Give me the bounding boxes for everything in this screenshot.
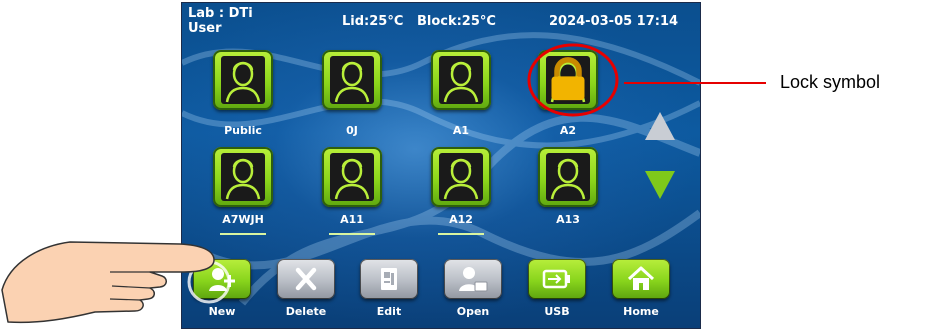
user-avatar-icon: [546, 153, 590, 201]
temperature-readout: Lid:25°C Block:25°C: [342, 14, 496, 29]
edit-document-icon: [381, 268, 397, 290]
open-button[interactable]: [444, 259, 502, 299]
user-label-a13: A13: [556, 213, 580, 226]
usb-button[interactable]: [528, 259, 586, 299]
user-label-a11: A11: [340, 213, 364, 226]
user-label-public: Public: [224, 124, 262, 137]
edit-label: Edit: [376, 305, 402, 318]
edit-button[interactable]: [360, 259, 418, 299]
tile-underline: [438, 233, 484, 235]
user-tile-a11[interactable]: [322, 147, 382, 207]
user-avatar-icon: [439, 56, 483, 104]
callout-label: Lock symbol: [780, 72, 881, 92]
user-avatar-icon: [439, 153, 483, 201]
user-tile-a13[interactable]: [538, 147, 598, 207]
pointing-hand-icon: [1, 241, 231, 324]
home-label: Home: [623, 305, 659, 318]
delete-button[interactable]: [277, 259, 335, 299]
open-label: Open: [456, 305, 490, 318]
user-tile-a7wjh[interactable]: [213, 147, 273, 207]
user-label-0j: 0J: [346, 124, 358, 137]
user-title: User: [188, 21, 222, 36]
user-avatar-icon: [221, 56, 265, 104]
datetime: 2024-03-05 17:14: [549, 14, 679, 29]
user-avatar-icon: [330, 56, 374, 104]
lab-name: Lab : DTi: [188, 6, 253, 21]
user-avatar-icon: [221, 153, 265, 201]
usb-label: USB: [544, 305, 570, 318]
user-tile-a1[interactable]: [431, 50, 491, 110]
usb-icon: [542, 269, 570, 289]
user-tile-a12[interactable]: [431, 147, 491, 207]
user-label-a2: A2: [559, 124, 577, 137]
home-icon: [627, 266, 655, 290]
lock-highlight-circle: [527, 43, 619, 117]
tile-underline: [329, 233, 375, 235]
scroll-up-icon[interactable]: [645, 112, 675, 140]
user-label-a1: A1: [452, 124, 470, 137]
user-label-a12: A12: [449, 213, 473, 226]
scroll-down-icon[interactable]: [645, 171, 675, 199]
callout-line: [624, 82, 766, 84]
user-avatar-icon: [330, 153, 374, 201]
home-button[interactable]: [612, 259, 670, 299]
user-tile-public[interactable]: [213, 50, 273, 110]
user-tile-0j[interactable]: [322, 50, 382, 110]
delete-label: Delete: [285, 305, 327, 318]
close-icon: [295, 267, 317, 291]
open-user-icon: [459, 267, 488, 292]
